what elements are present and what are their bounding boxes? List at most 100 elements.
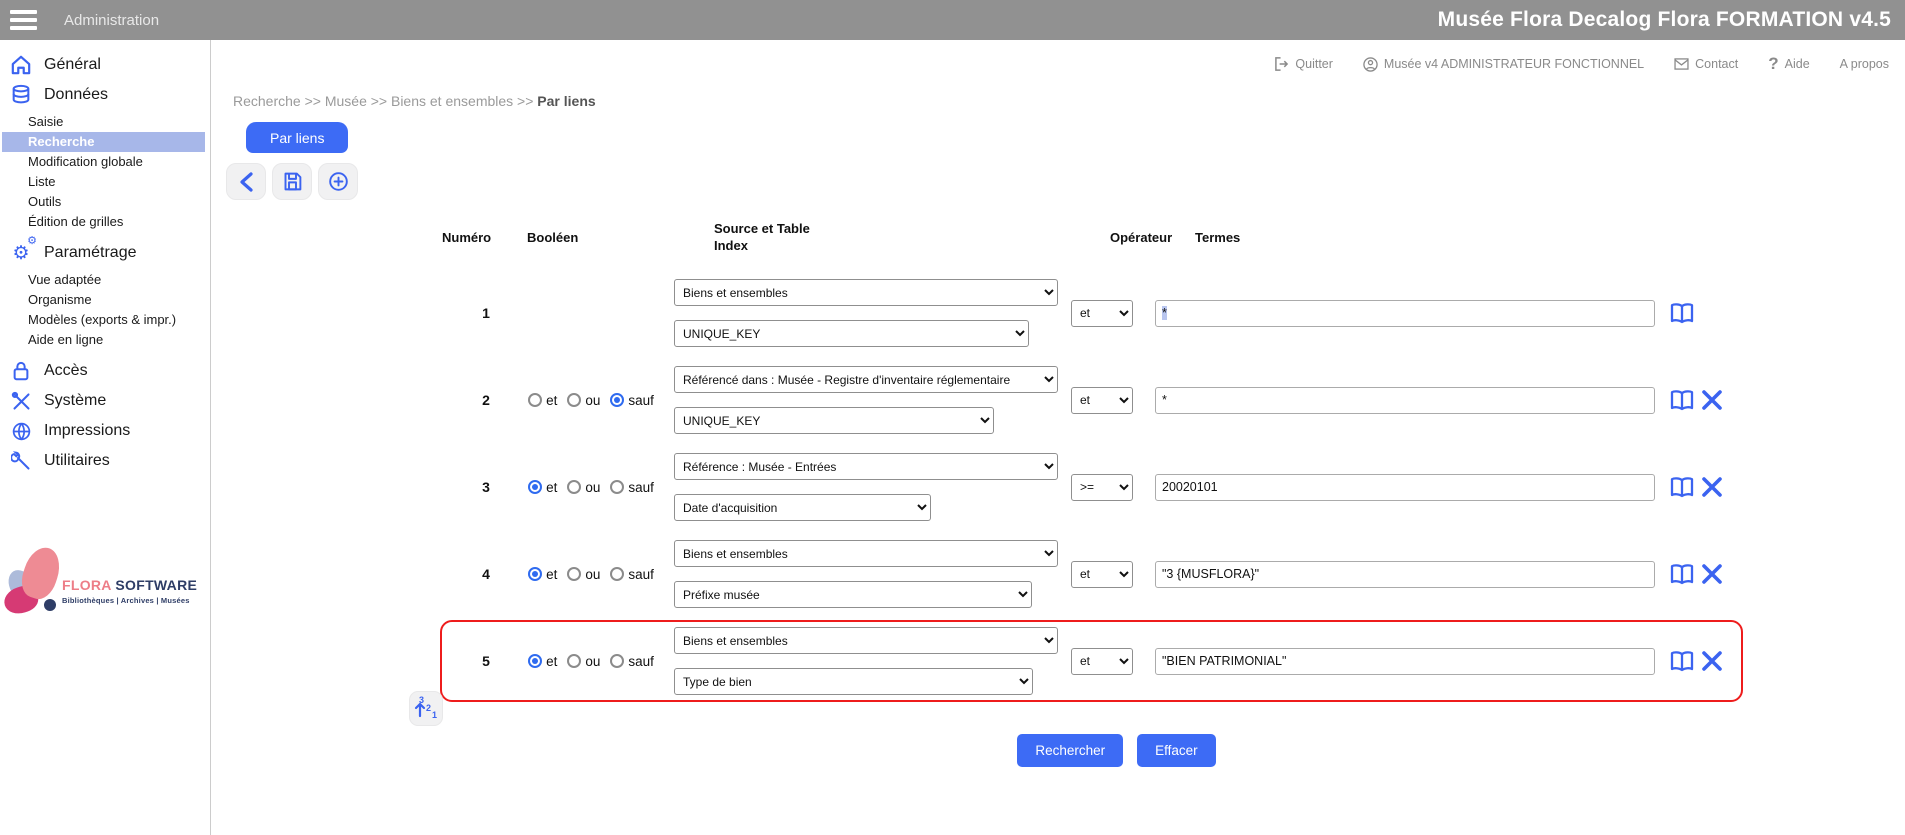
index-select[interactable]: UNIQUE_KEY bbox=[674, 407, 994, 434]
radio-unselected-icon[interactable] bbox=[567, 567, 581, 581]
a-propos-button[interactable]: A propos bbox=[1840, 57, 1889, 71]
radio-unselected-icon[interactable] bbox=[567, 654, 581, 668]
source-table-select[interactable]: Référencé dans : Musée - Registre d'inve… bbox=[674, 366, 1058, 393]
back-button[interactable] bbox=[226, 163, 266, 200]
radio-unselected-icon[interactable] bbox=[610, 567, 624, 581]
boolean-radio-sauf[interactable]: sauf bbox=[610, 654, 654, 669]
sidebar-section-label: Paramétrage bbox=[44, 244, 137, 262]
sort-criteria-button[interactable]: 321 bbox=[409, 691, 443, 726]
index-select[interactable]: Préfixe musée bbox=[674, 581, 1032, 608]
home-icon bbox=[8, 53, 34, 77]
boolean-radio-sauf[interactable]: sauf bbox=[610, 567, 654, 582]
operator-select[interactable]: et bbox=[1071, 300, 1133, 327]
terms-input[interactable]: "BIEN PATRIMONIAL" bbox=[1155, 648, 1655, 675]
boolean-radio-et[interactable]: et bbox=[528, 393, 557, 408]
index-lookup-button[interactable] bbox=[1669, 302, 1695, 325]
breadcrumb: Recherche >> Musée >> Biens et ensembles… bbox=[233, 93, 596, 109]
sidebar: Général Données Saisie Recherche Modific… bbox=[0, 40, 211, 835]
sidebar-section-systeme[interactable]: Système bbox=[0, 386, 210, 416]
radio-selected-icon[interactable] bbox=[610, 393, 624, 407]
boolean-radio-et[interactable]: et bbox=[528, 654, 557, 669]
sidebar-section-donnees[interactable]: Données bbox=[0, 80, 210, 110]
sidebar-item-recherche[interactable]: Recherche bbox=[2, 132, 205, 152]
radio-unselected-icon[interactable] bbox=[528, 393, 542, 407]
radio-label: ou bbox=[585, 654, 600, 669]
utility-bar: Quitter Musée v4 ADMINISTRATEUR FONCTION… bbox=[1274, 54, 1889, 74]
index-select[interactable]: Type de bien bbox=[674, 668, 1033, 695]
logo-software: SOFTWARE bbox=[115, 577, 197, 593]
row-icons bbox=[1669, 563, 1723, 586]
index-lookup-button[interactable] bbox=[1669, 650, 1695, 673]
sidebar-item-vue-adaptee[interactable]: Vue adaptée bbox=[0, 270, 210, 290]
tab-par-liens[interactable]: Par liens bbox=[246, 122, 348, 153]
radio-selected-icon[interactable] bbox=[528, 567, 542, 581]
terms-input[interactable]: * bbox=[1155, 387, 1655, 414]
source-table-select[interactable]: Biens et ensembles bbox=[674, 279, 1058, 306]
sidebar-section-label: Impressions bbox=[44, 422, 130, 440]
operator-select[interactable]: et bbox=[1071, 561, 1133, 588]
sidebar-item-outils[interactable]: Outils bbox=[0, 192, 210, 212]
boolean-radio-sauf[interactable]: sauf bbox=[610, 393, 654, 408]
boolean-radio-ou[interactable]: ou bbox=[567, 393, 600, 408]
sidebar-section-general[interactable]: Général bbox=[0, 50, 210, 80]
sidebar-item-liste[interactable]: Liste bbox=[0, 172, 210, 192]
index-select[interactable]: Date d'acquisition bbox=[674, 494, 931, 521]
index-lookup-button[interactable] bbox=[1669, 563, 1695, 586]
operator-select[interactable]: et bbox=[1071, 648, 1133, 675]
operator-select[interactable]: >= bbox=[1071, 474, 1133, 501]
sidebar-item-modeles-exports[interactable]: Modèles (exports & impr.) bbox=[0, 310, 210, 330]
boolean-radio-ou[interactable]: ou bbox=[567, 654, 600, 669]
terms-input[interactable]: * bbox=[1155, 300, 1655, 327]
sidebar-section-parametrage[interactable]: ⚙ ⚙ Paramétrage bbox=[0, 238, 210, 268]
sidebar-item-modification-globale[interactable]: Modification globale bbox=[0, 152, 210, 172]
sidebar-item-edition-de-grilles[interactable]: Édition de grilles bbox=[0, 212, 210, 232]
source-index-selects: Biens et ensembles Type de bien bbox=[674, 627, 1058, 695]
boolean-radio-sauf[interactable]: sauf bbox=[610, 480, 654, 495]
sidebar-section-utilitaires[interactable]: Utilitaires bbox=[0, 446, 210, 476]
sidebar-item-organisme[interactable]: Organisme bbox=[0, 290, 210, 310]
save-button[interactable] bbox=[272, 163, 312, 200]
source-table-select[interactable]: Biens et ensembles bbox=[674, 540, 1058, 567]
delete-row-icon bbox=[1701, 476, 1723, 498]
radio-unselected-icon[interactable] bbox=[610, 654, 624, 668]
quitter-button[interactable]: Quitter bbox=[1274, 57, 1333, 71]
user-menu[interactable]: Musée v4 ADMINISTRATEUR FONCTIONNEL bbox=[1363, 57, 1644, 72]
delete-row-button[interactable] bbox=[1701, 389, 1723, 411]
flora-software-logo: FLORA SOFTWARE Bibliothèques | Archives … bbox=[0, 545, 211, 625]
delete-row-button[interactable] bbox=[1701, 563, 1723, 585]
sidebar-section-acces[interactable]: Accès bbox=[0, 356, 210, 386]
boolean-radio-et[interactable]: et bbox=[528, 480, 557, 495]
parametrage-sub-list: Vue adaptée Organisme Modèles (exports &… bbox=[0, 268, 210, 356]
boolean-radio-et[interactable]: et bbox=[528, 567, 557, 582]
index-select[interactable]: UNIQUE_KEY bbox=[674, 320, 1029, 347]
boolean-radio-ou[interactable]: ou bbox=[567, 567, 600, 582]
terms-input[interactable]: 20020101 bbox=[1155, 474, 1655, 501]
radio-selected-icon[interactable] bbox=[528, 654, 542, 668]
rechercher-button[interactable]: Rechercher bbox=[1017, 734, 1123, 767]
selected-text: * bbox=[1162, 306, 1167, 320]
radio-selected-icon[interactable] bbox=[528, 480, 542, 494]
radio-unselected-icon[interactable] bbox=[567, 393, 581, 407]
radio-unselected-icon[interactable] bbox=[610, 480, 624, 494]
source-table-select[interactable]: Biens et ensembles bbox=[674, 627, 1058, 654]
aide-button[interactable]: ? Aide bbox=[1768, 54, 1809, 74]
operator-select[interactable]: et bbox=[1071, 387, 1133, 414]
delete-row-button[interactable] bbox=[1701, 650, 1723, 672]
boolean-radio-ou[interactable]: ou bbox=[567, 480, 600, 495]
contact-button[interactable]: Contact bbox=[1674, 57, 1738, 71]
sidebar-item-saisie[interactable]: Saisie bbox=[0, 112, 210, 132]
effacer-button[interactable]: Effacer bbox=[1137, 734, 1216, 767]
add-criterion-button[interactable] bbox=[318, 163, 358, 200]
index-lookup-button[interactable] bbox=[1669, 476, 1695, 499]
sidebar-item-aide-en-ligne[interactable]: Aide en ligne bbox=[0, 330, 210, 350]
hamburger-menu-icon[interactable] bbox=[0, 0, 46, 40]
radio-unselected-icon[interactable] bbox=[567, 480, 581, 494]
delete-row-button[interactable] bbox=[1701, 476, 1723, 498]
source-table-select[interactable]: Référence : Musée - Entrées bbox=[674, 453, 1058, 480]
save-icon bbox=[282, 171, 303, 192]
terms-input[interactable]: "3 {MUSFLORA}" bbox=[1155, 561, 1655, 588]
source-index-selects: Référencé dans : Musée - Registre d'inve… bbox=[674, 366, 1058, 434]
terms-column: 20020101 bbox=[1155, 474, 1655, 501]
sidebar-section-impressions[interactable]: Impressions bbox=[0, 416, 210, 446]
index-lookup-button[interactable] bbox=[1669, 389, 1695, 412]
